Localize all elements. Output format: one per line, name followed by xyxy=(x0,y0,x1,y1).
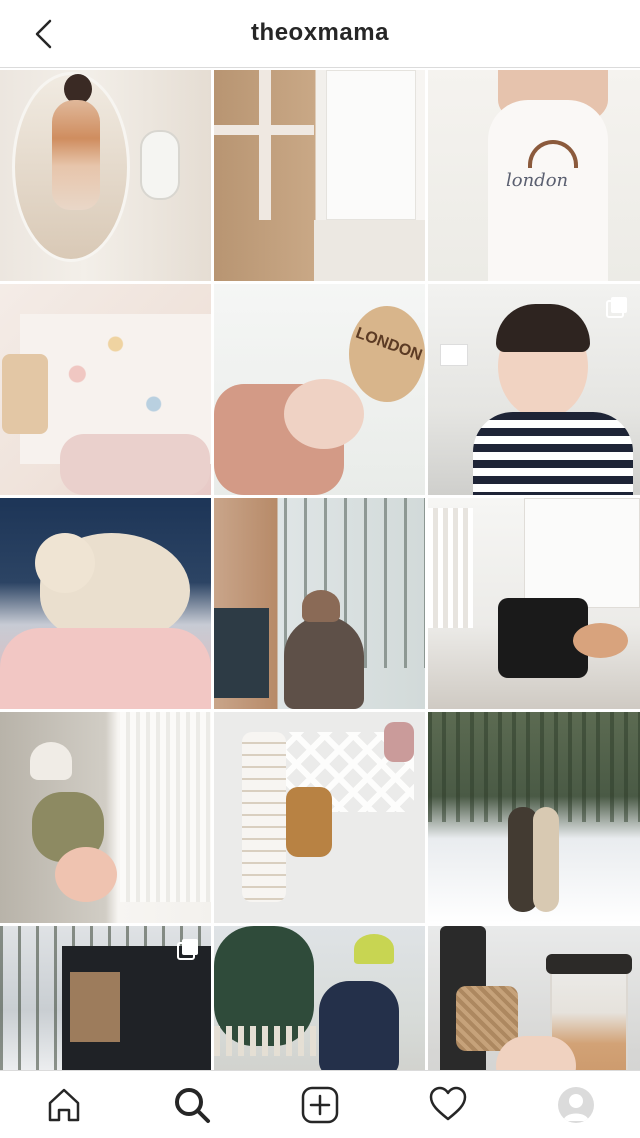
photo-part xyxy=(259,70,271,220)
photo-part xyxy=(302,590,340,622)
post-tile-1[interactable] xyxy=(0,70,211,281)
photo-part xyxy=(496,304,590,352)
photo-part xyxy=(60,434,210,495)
photo-part xyxy=(314,220,425,281)
post-tile-9[interactable] xyxy=(428,498,640,709)
post-tile-4[interactable] xyxy=(0,284,211,495)
photo-part xyxy=(533,807,559,912)
carousel-icon xyxy=(177,939,198,960)
photo-part xyxy=(354,934,394,964)
photo-part xyxy=(284,616,364,709)
photo-part xyxy=(384,722,414,762)
photo-part xyxy=(140,130,180,200)
nav-home[interactable] xyxy=(0,1071,128,1138)
person-silhouette-icon xyxy=(563,1093,589,1121)
photo-part xyxy=(0,628,211,709)
nav-search[interactable] xyxy=(128,1071,256,1138)
post-tile-6[interactable] xyxy=(428,284,640,495)
photo-text: london xyxy=(506,170,569,191)
photo-part xyxy=(214,1026,334,1056)
post-tile-5[interactable]: LONDON xyxy=(214,284,425,495)
photo-part xyxy=(55,847,117,902)
photo-part xyxy=(120,712,211,902)
add-post-icon xyxy=(301,1086,339,1123)
photo-part xyxy=(546,954,632,974)
carousel-icon xyxy=(606,297,627,318)
home-icon xyxy=(48,1088,80,1121)
page-title: theoxmama xyxy=(251,19,389,46)
photo-part xyxy=(573,623,628,658)
nav-activity[interactable] xyxy=(384,1071,512,1138)
photo-part xyxy=(440,344,468,366)
post-tile-3[interactable]: london xyxy=(428,70,640,281)
profile-avatar-icon xyxy=(558,1086,594,1123)
photo-part xyxy=(524,498,640,608)
photo-part xyxy=(242,732,286,902)
post-tile-10[interactable] xyxy=(0,712,211,923)
search-icon xyxy=(175,1087,210,1123)
photo-part xyxy=(473,412,633,495)
photo-part xyxy=(214,608,269,698)
post-grid: london LONDON xyxy=(0,70,640,1137)
heart-icon xyxy=(429,1086,467,1120)
post-tile-12[interactable] xyxy=(428,712,640,923)
photo-part xyxy=(284,379,364,449)
photo-part xyxy=(428,508,473,628)
post-tile-7[interactable] xyxy=(0,498,211,709)
nav-profile[interactable] xyxy=(512,1071,640,1138)
profile-header: theoxmama xyxy=(0,0,640,68)
photo-part xyxy=(52,100,100,210)
photo-part xyxy=(286,787,332,857)
bottom-nav xyxy=(0,1070,640,1138)
nav-add-post[interactable] xyxy=(256,1071,384,1138)
post-tile-8[interactable] xyxy=(214,498,425,709)
photo-part xyxy=(35,533,95,593)
post-tile-11[interactable] xyxy=(214,712,425,923)
photo-part xyxy=(70,972,120,1042)
photo-part xyxy=(326,70,416,220)
post-tile-2[interactable] xyxy=(214,70,425,281)
photo-part xyxy=(2,354,48,434)
photo-part xyxy=(30,742,72,780)
photo-part xyxy=(428,712,640,822)
photo-part xyxy=(319,981,399,1076)
photo-part xyxy=(214,125,314,135)
